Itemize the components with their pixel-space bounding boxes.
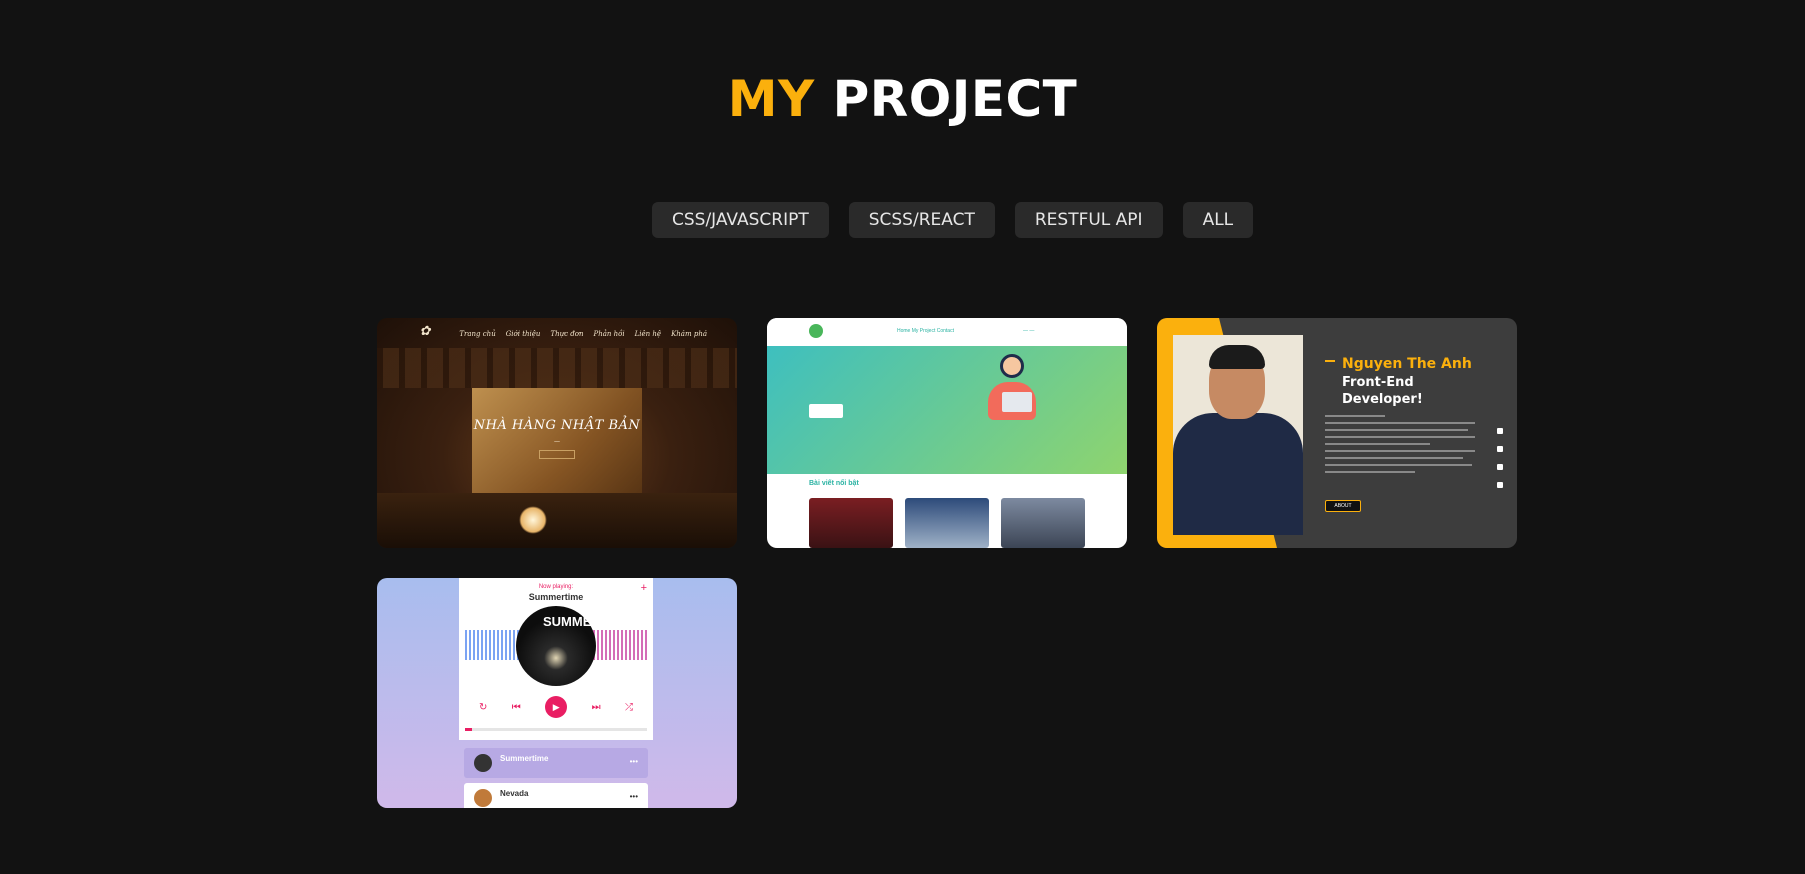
portfolio-role-line2: Developer!	[1342, 392, 1423, 407]
player-controls: ↻ ⏮ ▶ ⏭ ⤮	[479, 696, 633, 718]
next-icon: ⏭	[591, 701, 601, 713]
filter-all-button[interactable]: ALL	[1182, 202, 1254, 238]
post-thumbnail	[905, 498, 989, 548]
restaurant-heading: NHÀ HÀNG NHẬT BẢN	[473, 418, 641, 433]
filter-scss-react-button[interactable]: SCSS/REACT	[848, 202, 995, 238]
briefcase-icon	[1497, 446, 1503, 452]
shuffle-icon: ⤮	[624, 701, 633, 713]
portfolio-description	[1325, 415, 1475, 478]
site-menu: Home My Project Contact	[897, 328, 954, 334]
restaurant-nav-item: Thực đơn	[550, 330, 584, 338]
portfolio-role: Front-End Developer!	[1342, 374, 1423, 408]
restaurant-nav-item: Phản hồi	[593, 330, 625, 338]
hero-button	[809, 404, 843, 418]
song-thumbnail	[474, 754, 492, 772]
filter-bar: CSS/JAVASCRIPT SCSS/REACT RESTFUL API AL…	[652, 202, 1254, 238]
post-thumbnail	[809, 498, 893, 548]
site-login: — —	[1023, 328, 1035, 334]
restaurant-logo: ✿	[419, 324, 431, 339]
progress-bar	[465, 728, 647, 731]
add-icon: +	[640, 582, 647, 594]
project-card-learning[interactable]: Home My Project Contact — — Bài viết nổi…	[767, 318, 1127, 548]
name-dash	[1325, 360, 1335, 362]
mail-icon	[1497, 482, 1503, 488]
project-card-restaurant[interactable]: ✿ Trang chủ Giới thiệu Thực đơn Phản hồi…	[377, 318, 737, 548]
previous-icon: ⏮	[511, 701, 521, 713]
restaurant-nav-item: Khám phá	[671, 330, 707, 338]
title-rest: PROJECT	[832, 70, 1078, 128]
now-playing-label: Now playing:	[538, 584, 574, 590]
playlist-song-title: Summertime	[500, 754, 549, 763]
section-title: MY PROJECT	[0, 70, 1805, 128]
song-thumbnail	[474, 789, 492, 807]
playlist-item: Nevada •••	[464, 783, 648, 808]
featured-posts-heading: Bài viết nổi bật	[809, 480, 859, 487]
playlist-song-title: Nevada	[500, 789, 529, 798]
user-icon	[1497, 464, 1503, 470]
restaurant-nav-item: Trang chủ	[459, 330, 496, 338]
play-icon: ▶	[545, 696, 568, 718]
portfolio-side-nav	[1497, 428, 1503, 488]
music-player: Now playing: Summertime + SUMME ↻ ⏮ ▶ ⏭ …	[459, 578, 653, 740]
album-disc-text: SUMME	[543, 614, 592, 629]
site-logo-icon	[809, 324, 823, 338]
restaurant-nav: Trang chủ Giới thiệu Thực đơn Phản hồi L…	[459, 330, 707, 338]
site-hero	[767, 346, 1127, 474]
restaurant-cta	[539, 450, 575, 459]
restaurant-nav-item: Giới thiệu	[505, 330, 541, 338]
project-card-music[interactable]: Now playing: Summertime + SUMME ↻ ⏮ ▶ ⏭ …	[377, 578, 737, 808]
ceiling-decoration	[377, 348, 737, 388]
project-card-portfolio[interactable]: Nguyen The Anh Front-End Developer! ABOU…	[1157, 318, 1517, 548]
portfolio-name: Nguyen The Anh	[1342, 356, 1472, 372]
restaurant-subtitle: —	[554, 438, 560, 445]
developer-illustration	[982, 348, 1052, 428]
current-song: Summertime	[528, 592, 584, 602]
portfolio-about-button: ABOUT	[1325, 500, 1361, 512]
profile-photo	[1173, 335, 1303, 535]
lamp	[519, 506, 547, 534]
home-icon	[1497, 428, 1503, 434]
floor	[377, 493, 737, 548]
post-thumbnail	[1001, 498, 1085, 548]
filter-restful-api-button[interactable]: RESTFUL API	[1014, 202, 1163, 238]
more-icon: •••	[629, 757, 638, 766]
featured-posts	[809, 498, 1085, 548]
title-accent: MY	[727, 70, 815, 128]
portfolio-role-line1: Front-End	[1342, 375, 1414, 390]
playlist-item: Summertime •••	[464, 748, 648, 778]
more-icon: •••	[629, 792, 638, 801]
repeat-icon: ↻	[479, 701, 488, 713]
filter-css-javascript-button[interactable]: CSS/JAVASCRIPT	[652, 202, 829, 238]
restaurant-nav-item: Liên hệ	[634, 330, 662, 338]
